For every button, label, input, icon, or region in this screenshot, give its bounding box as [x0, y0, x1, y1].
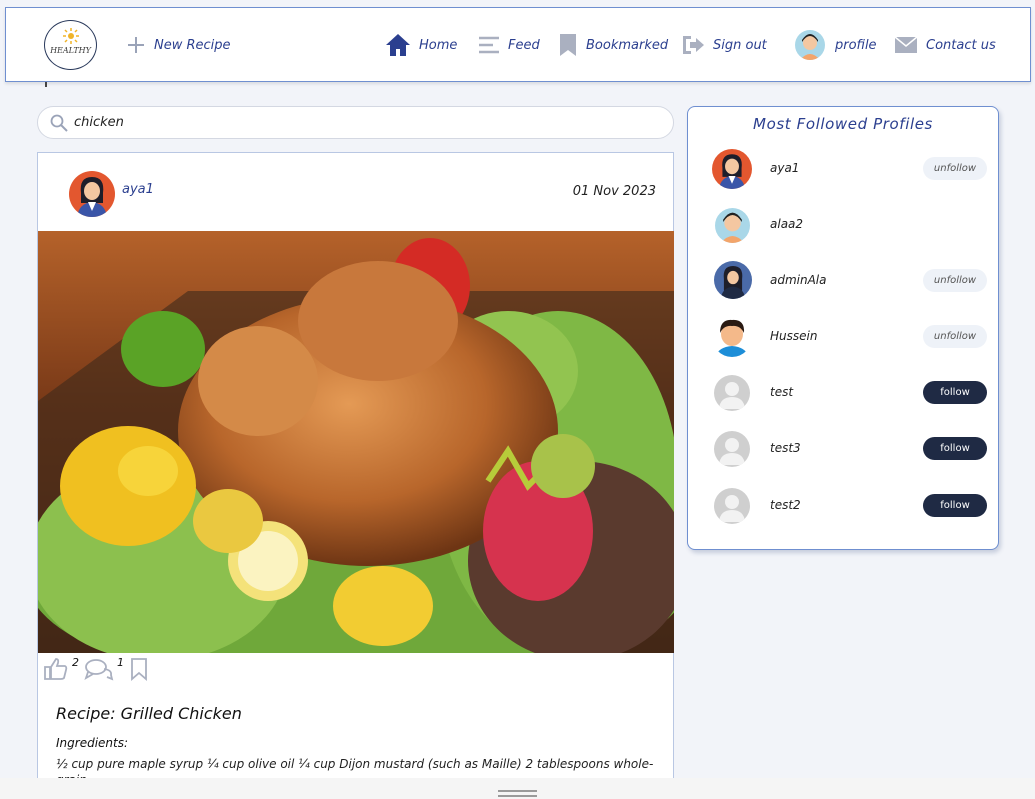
- like-count: 2: [72, 655, 79, 669]
- grilled-chicken-image: [38, 231, 674, 653]
- drag-handle-line: [498, 795, 537, 797]
- recipe-photo[interactable]: [38, 231, 674, 653]
- nav-profile-label: profile: [835, 37, 877, 53]
- nav-feed[interactable]: Feed: [478, 32, 540, 58]
- nav-profile[interactable]: profile: [795, 30, 877, 60]
- profile-row[interactable]: adminAla unfollow: [688, 257, 998, 305]
- nav-feed-label: Feed: [508, 37, 540, 53]
- profile-avatar: [715, 208, 750, 243]
- drag-handle[interactable]: [498, 790, 537, 792]
- bookmark-outline-icon[interactable]: [129, 657, 149, 681]
- nav-bookmarked[interactable]: Bookmarked: [558, 32, 668, 58]
- top-navigation-bar: HEALTHY New Recipe Home Feed Bookmarked …: [5, 7, 1031, 82]
- profile-name[interactable]: test2: [770, 498, 801, 512]
- profile-name[interactable]: adminAla: [770, 273, 827, 287]
- healthy-logo[interactable]: HEALTHY: [44, 20, 97, 70]
- profile-name[interactable]: Hussein: [770, 329, 817, 343]
- nav-sign-out-label: Sign out: [713, 37, 767, 53]
- nav-contact-label: Contact us: [926, 37, 996, 53]
- home-icon: [386, 34, 410, 56]
- bottom-drag-strip: [0, 778, 1035, 799]
- post-date: 01 Nov 2023: [572, 184, 656, 199]
- logo-text: HEALTHY: [50, 46, 91, 55]
- default-avatar-icon: [714, 375, 750, 411]
- divider-mark: [45, 82, 47, 87]
- profile-name[interactable]: aya1: [770, 161, 799, 175]
- new-recipe-label: New Recipe: [154, 37, 231, 53]
- follow-button[interactable]: follow: [923, 437, 987, 460]
- comment-icon[interactable]: [84, 657, 114, 681]
- recipe-title: Recipe: Grilled Chicken: [56, 704, 242, 723]
- like-icon[interactable]: [43, 657, 69, 681]
- profile-row[interactable]: test follow: [688, 369, 998, 417]
- post-author-avatar[interactable]: [69, 171, 115, 217]
- profile-name[interactable]: test3: [770, 441, 801, 455]
- nav-home-label: Home: [419, 37, 458, 53]
- profile-avatar: [712, 149, 752, 189]
- nav-contact-us[interactable]: Contact us: [894, 32, 996, 58]
- most-followed-panel: Most Followed Profiles aya1 unfollow ala…: [687, 106, 999, 550]
- post-author-name[interactable]: aya1: [122, 182, 154, 197]
- profile-row[interactable]: test3 follow: [688, 425, 998, 473]
- default-avatar-icon: [714, 488, 750, 524]
- recipe-post-card: aya1 01 Nov 2023 2 1 Recipe: Grilled Chi…: [37, 152, 674, 792]
- follow-button[interactable]: follow: [923, 381, 987, 404]
- comment-count: 1: [117, 655, 124, 669]
- unfollow-button[interactable]: unfollow: [923, 157, 987, 180]
- panel-title: Most Followed Profiles: [753, 115, 933, 133]
- flower-icon: [63, 28, 79, 44]
- follow-button[interactable]: follow: [923, 494, 987, 517]
- feed-icon: [479, 36, 499, 54]
- profile-row[interactable]: test2 follow: [688, 482, 998, 530]
- profile-row[interactable]: aya1 unfollow: [688, 145, 998, 193]
- search-bar[interactable]: [37, 106, 674, 139]
- nav-home[interactable]: Home: [385, 32, 457, 58]
- sign-out-icon: [683, 36, 704, 54]
- profile-row[interactable]: Hussein unfollow: [688, 313, 998, 361]
- profile-avatar: [795, 30, 825, 60]
- unfollow-button[interactable]: unfollow: [923, 325, 987, 348]
- profile-avatar: [712, 317, 752, 357]
- profile-avatar: [714, 261, 752, 299]
- new-recipe-button[interactable]: New Recipe: [126, 32, 231, 58]
- profile-name[interactable]: alaa2: [770, 217, 803, 231]
- nav-sign-out[interactable]: Sign out: [681, 32, 767, 58]
- ingredients-label: Ingredients:: [56, 736, 129, 750]
- bookmark-icon: [560, 34, 576, 56]
- nav-bookmarked-label: Bookmarked: [586, 37, 669, 53]
- post-actions: 2 1: [43, 653, 149, 685]
- unfollow-button[interactable]: unfollow: [923, 269, 987, 292]
- search-icon: [50, 114, 68, 132]
- envelope-icon: [894, 36, 918, 53]
- default-avatar-icon: [714, 431, 750, 467]
- plus-icon: [128, 37, 144, 53]
- profile-row[interactable]: alaa2: [688, 201, 998, 249]
- profile-name[interactable]: test: [770, 385, 793, 399]
- search-input[interactable]: [74, 115, 634, 130]
